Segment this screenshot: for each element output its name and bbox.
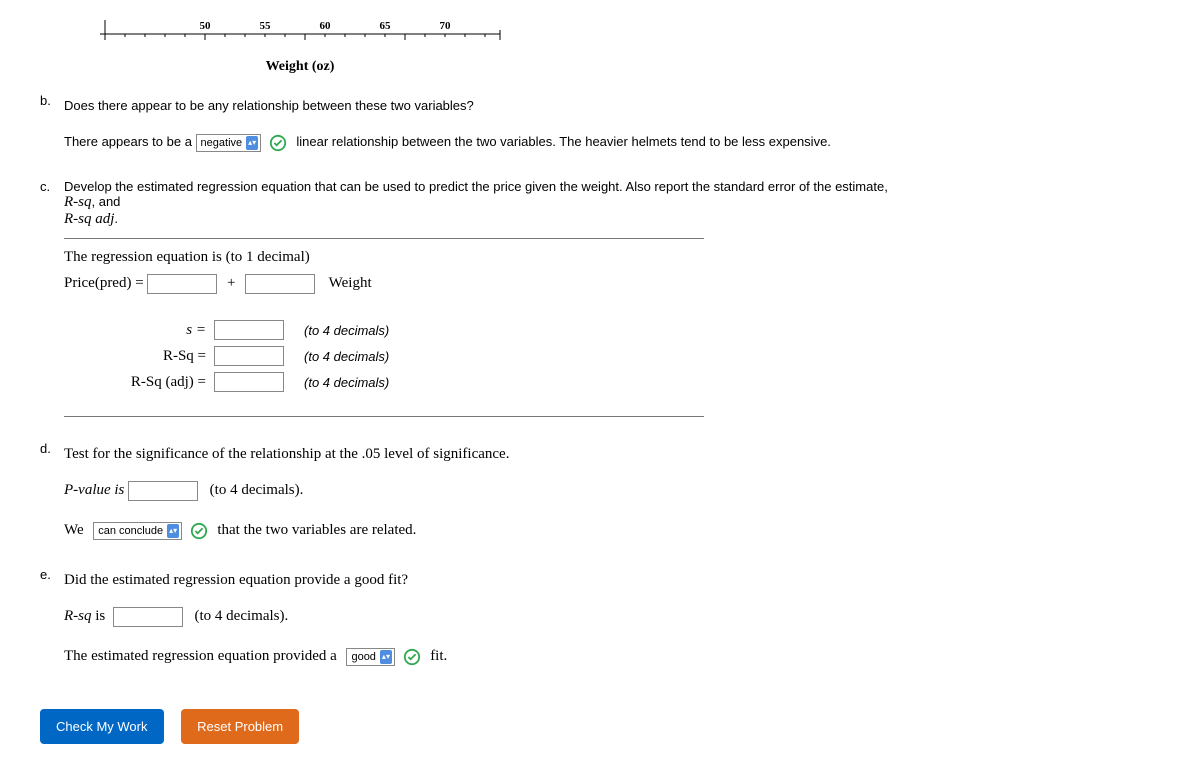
stat-s-hint: (to 4 decimals) [304, 323, 389, 338]
q-c-rsq-rest: , and [92, 194, 121, 209]
stats-table: s = (to 4 decimals) R-Sq = (to 4 decimal… [94, 320, 1160, 392]
q-c-letter: c. [40, 179, 64, 427]
concl-pre: The estimated regression equation provid… [64, 648, 337, 664]
select-fit[interactable]: good ▴▾ [346, 648, 394, 666]
axis-label: Weight (oz) [100, 59, 500, 75]
check-icon [403, 648, 421, 666]
rsq-is-rest: is [92, 608, 106, 624]
q-c-rsqadj: R-sq adj [64, 211, 114, 227]
divider [64, 416, 704, 417]
stat-rsq-label: R-Sq = [94, 348, 214, 365]
q-c-rsqadj-rest: . [114, 211, 118, 226]
table-row: s = (to 4 decimals) [94, 320, 1160, 340]
input-rsqadj[interactable] [214, 372, 284, 392]
tick-65: 65 [380, 20, 392, 32]
tick-70: 70 [440, 20, 452, 32]
stat-rsqadj-label: R-Sq (adj) = [94, 374, 214, 391]
concl-post: fit. [430, 648, 447, 664]
question-d: d. Test for the significance of the rela… [40, 441, 1160, 553]
tick-50: 50 [200, 20, 212, 32]
rsq-is-label: R-sq [64, 608, 92, 624]
select-relationship[interactable]: negative ▴▾ [196, 134, 262, 152]
eq-plus: + [227, 275, 235, 291]
updown-icon: ▴▾ [246, 136, 258, 150]
check-icon [190, 522, 208, 540]
q-b-post: linear relationship between the two vari… [296, 134, 831, 149]
axis-chart: 50 55 60 65 70 [100, 20, 1160, 55]
stat-s-label: s = [94, 322, 214, 339]
stat-rsq-hint: (to 4 decimals) [304, 349, 389, 364]
input-intercept[interactable] [147, 274, 217, 294]
q-b-letter: b. [40, 93, 64, 165]
check-icon [269, 134, 287, 152]
q-c-rsq: R-sq [64, 194, 92, 210]
q-b-pre: There appears to be a [64, 134, 192, 149]
q-c-line1: Develop the estimated regression equatio… [64, 179, 1160, 194]
q-d-letter: d. [40, 441, 64, 553]
pval-label: P-value is [64, 482, 124, 498]
question-b: b. Does there appear to be any relations… [40, 93, 1160, 165]
eq-right: Weight [329, 275, 372, 291]
reset-problem-button[interactable]: Reset Problem [181, 709, 299, 744]
updown-icon: ▴▾ [380, 650, 392, 664]
table-row: R-Sq (adj) = (to 4 decimals) [94, 372, 1160, 392]
select-conclude-value: can conclude [98, 518, 163, 544]
q-e-letter: e. [40, 567, 64, 679]
question-e: e. Did the estimated regression equation… [40, 567, 1160, 679]
check-my-work-button[interactable]: Check My Work [40, 709, 164, 744]
q-b-question: Does there appear to be any relationship… [64, 93, 1160, 119]
pval-hint: (to 4 decimals). [210, 482, 304, 498]
q-e-question: Did the estimated regression equation pr… [64, 567, 1160, 593]
input-rsq[interactable] [214, 346, 284, 366]
eq-left: Price(pred) = [64, 275, 144, 291]
axis-svg: 50 55 60 65 70 [100, 20, 510, 52]
input-rsq-fit[interactable] [113, 607, 183, 627]
input-pvalue[interactable] [128, 481, 198, 501]
stat-rsqadj-hint: (to 4 decimals) [304, 375, 389, 390]
select-fit-value: good [351, 644, 375, 670]
input-slope[interactable] [245, 274, 315, 294]
select-relationship-value: negative [201, 130, 243, 156]
q-d-question: Test for the significance of the relatio… [64, 441, 1160, 467]
table-row: R-Sq = (to 4 decimals) [94, 346, 1160, 366]
q-d-post: that the two variables are related. [217, 522, 416, 538]
eq-intro: The regression equation is (to 1 decimal… [64, 249, 1160, 266]
we: We [64, 522, 84, 538]
select-conclude[interactable]: can conclude ▴▾ [93, 522, 182, 540]
input-s[interactable] [214, 320, 284, 340]
updown-icon: ▴▾ [167, 524, 179, 538]
rsq-fit-hint: (to 4 decimals). [195, 608, 289, 624]
divider [64, 238, 704, 239]
tick-55: 55 [260, 20, 272, 32]
question-c: c. Develop the estimated regression equa… [40, 179, 1160, 427]
tick-60: 60 [320, 20, 332, 32]
